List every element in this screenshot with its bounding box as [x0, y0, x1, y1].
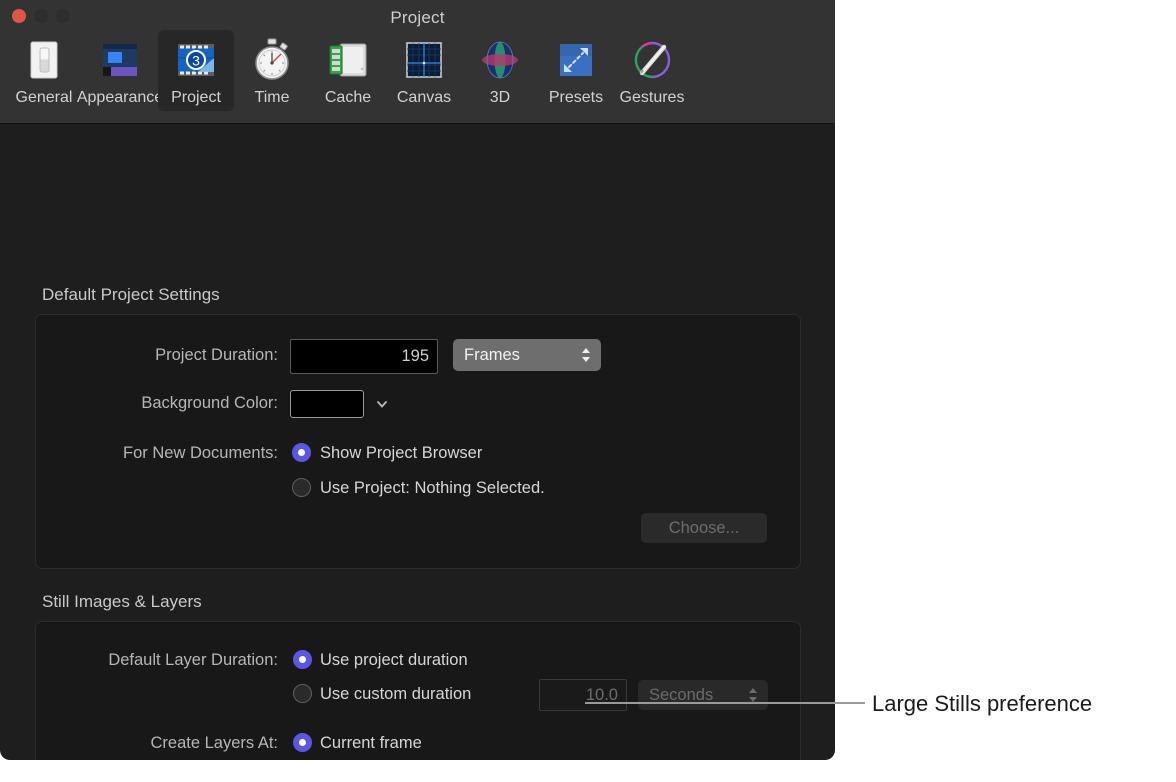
gestures-pen-icon — [628, 36, 676, 84]
stepper-arrows-icon — [582, 348, 590, 362]
label-use-custom-duration: Use custom duration — [320, 685, 472, 703]
toolbar-label-presets: Presets — [548, 89, 604, 106]
label-background-color: Background Color: — [141, 394, 278, 412]
label-default-layer-duration: Default Layer Duration: — [108, 651, 278, 669]
label-show-project-browser: Show Project Browser — [320, 444, 483, 462]
toolbar-label-3d: 3D — [489, 89, 511, 106]
window-title: Project — [390, 8, 445, 27]
toolbar-item-general[interactable]: General — [6, 30, 82, 111]
presets-resize-icon — [552, 36, 600, 84]
cache-memory-icon — [324, 36, 372, 84]
custom-duration-units-select[interactable]: Seconds — [638, 680, 768, 710]
radio-use-project[interactable] — [292, 478, 311, 497]
project-duration-units-value: Frames — [464, 345, 520, 364]
radio-use-custom-duration[interactable] — [293, 684, 312, 703]
radio-use-project-duration[interactable] — [293, 650, 312, 669]
callout-label-large-stills: Large Stills preference — [872, 691, 1093, 716]
toolbar-item-gestures[interactable]: Gestures — [614, 30, 690, 111]
toolbar-label-general: General — [15, 89, 73, 106]
canvas-grid-icon — [400, 36, 448, 84]
three-d-sphere-icon — [476, 36, 524, 84]
label-use-project: Use Project: Nothing Selected. — [320, 479, 545, 497]
toolbar-label-time: Time — [254, 89, 290, 106]
toolbar-label-project: Project — [171, 89, 221, 106]
label-for-new-documents: For New Documents: — [123, 444, 278, 462]
radio-show-project-browser[interactable] — [292, 443, 311, 462]
background-color-swatch[interactable] — [290, 390, 364, 418]
project-duration-input[interactable]: 195 — [290, 339, 438, 374]
toolbar-item-appearance[interactable]: Appearance — [77, 30, 163, 111]
toolbar-item-cache[interactable]: Cache — [310, 30, 386, 111]
toolbar-item-project[interactable]: 3 Project — [158, 30, 234, 111]
label-project-duration: Project Duration: — [155, 346, 278, 364]
preferences-toolbar: General Appearance 3 Project Time Cache … — [6, 30, 690, 111]
window-titlebar: Project General Appearance 3 Project Tim… — [0, 0, 835, 124]
toolbar-label-canvas: Canvas — [396, 89, 452, 106]
appearance-panel-icon — [96, 36, 144, 84]
label-create-layers-at: Create Layers At: — [150, 734, 278, 752]
background-color-chevron-down-icon[interactable] — [375, 397, 389, 411]
radio-current-frame[interactable] — [293, 733, 312, 752]
screenshot-root: Project General Appearance 3 Project Tim… — [0, 0, 1176, 782]
svg-text:3: 3 — [192, 53, 200, 69]
label-use-project-duration: Use project duration — [320, 651, 468, 669]
section-title-default-project-settings: Default Project Settings — [42, 285, 220, 304]
toolbar-item-canvas[interactable]: Canvas — [386, 30, 462, 111]
section-title-still-images-layers: Still Images & Layers — [42, 592, 202, 611]
callout-leader-line — [585, 702, 865, 704]
toolbar-label-appearance: Appearance — [76, 89, 164, 106]
project-filmstrip-icon: 3 — [172, 36, 220, 84]
toolbar-item-time[interactable]: Time — [234, 30, 310, 111]
toolbar-item-presets[interactable]: Presets — [538, 30, 614, 111]
time-stopwatch-icon — [248, 36, 296, 84]
choose-button[interactable]: Choose... — [641, 513, 767, 543]
toolbar-label-gestures: Gestures — [619, 89, 685, 106]
label-current-frame: Current frame — [320, 734, 422, 752]
toolbar-label-cache: Cache — [324, 89, 372, 106]
general-switch-icon — [20, 36, 68, 84]
toolbar-item-3d[interactable]: 3D — [462, 30, 538, 111]
preferences-window: Project General Appearance 3 Project Tim… — [0, 0, 835, 760]
project-duration-units-select[interactable]: Frames — [453, 339, 601, 371]
custom-duration-input[interactable]: 10.0 — [539, 679, 627, 711]
